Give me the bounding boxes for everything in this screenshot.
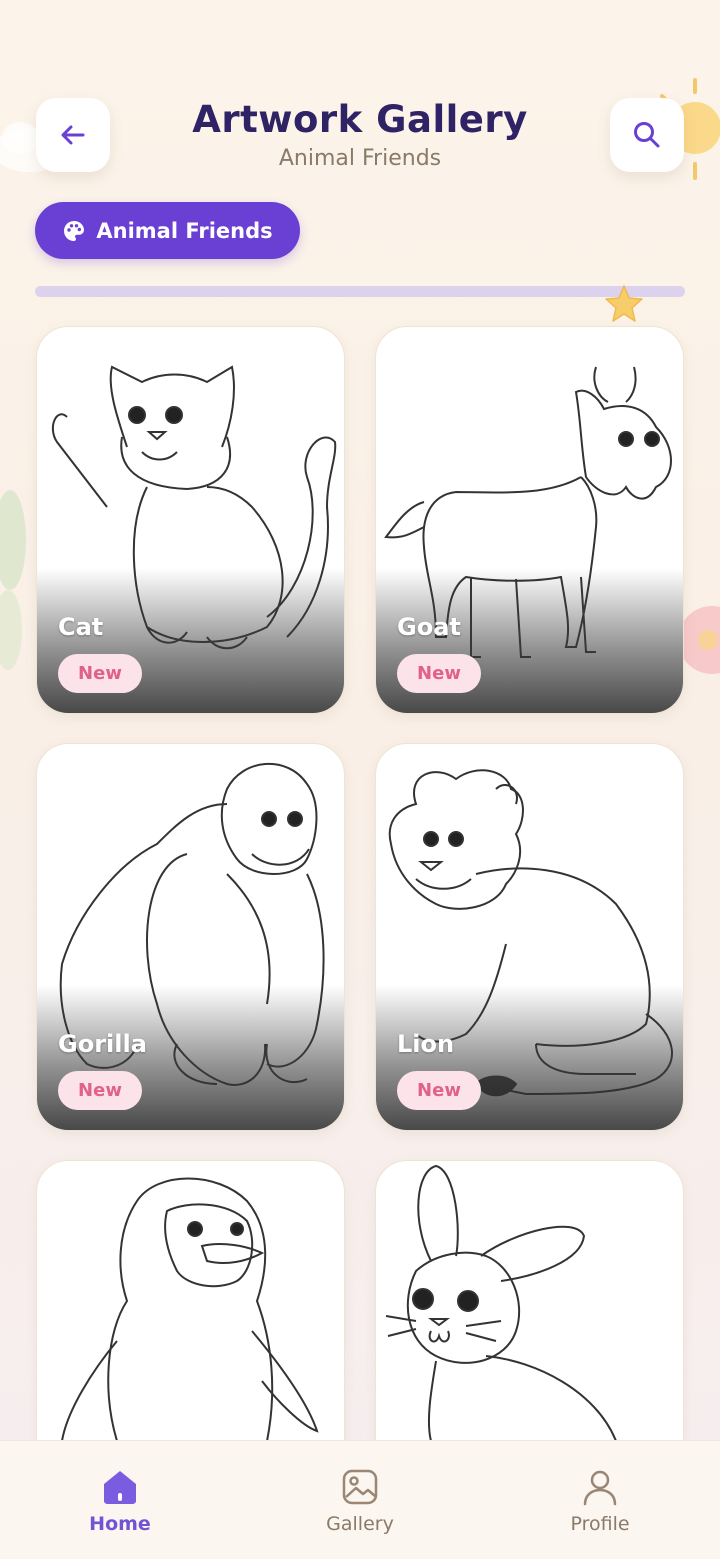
bottom-navigation: Home Gallery Profile: [0, 1440, 720, 1559]
nav-gallery-label: Gallery: [326, 1513, 394, 1535]
artwork-card-goat[interactable]: Goat New: [375, 326, 684, 714]
nav-profile[interactable]: Profile: [530, 1467, 670, 1535]
profile-icon: [583, 1470, 617, 1506]
nav-gallery[interactable]: Gallery: [290, 1467, 430, 1535]
artwork-card-lion[interactable]: Lion New: [375, 743, 684, 1131]
penguin-drawing: [61, 1177, 319, 1440]
home-icon: [104, 1471, 136, 1504]
nav-home-label: Home: [89, 1513, 151, 1535]
nav-profile-label: Profile: [570, 1513, 630, 1535]
artwork-name: Lion: [397, 1030, 455, 1058]
new-badge: New: [58, 1071, 142, 1110]
artwork-grid: Cat New Goat New Gorilla New Lion New: [0, 0, 720, 1440]
artwork-card-gorilla[interactable]: Gorilla New: [36, 743, 345, 1131]
rabbit-drawing: [385, 1164, 617, 1440]
artwork-card-rabbit[interactable]: [375, 1160, 684, 1440]
new-badge: New: [58, 654, 142, 693]
nav-home[interactable]: Home: [50, 1467, 190, 1535]
new-badge: New: [397, 1071, 481, 1110]
artwork-name: Goat: [397, 613, 461, 641]
artwork-card-cat[interactable]: Cat New: [36, 326, 345, 714]
gallery-icon: [342, 1469, 378, 1505]
new-badge: New: [397, 654, 481, 693]
artwork-name: Cat: [58, 613, 104, 641]
artwork-card-penguin[interactable]: [36, 1160, 345, 1440]
artwork-name: Gorilla: [58, 1030, 147, 1058]
